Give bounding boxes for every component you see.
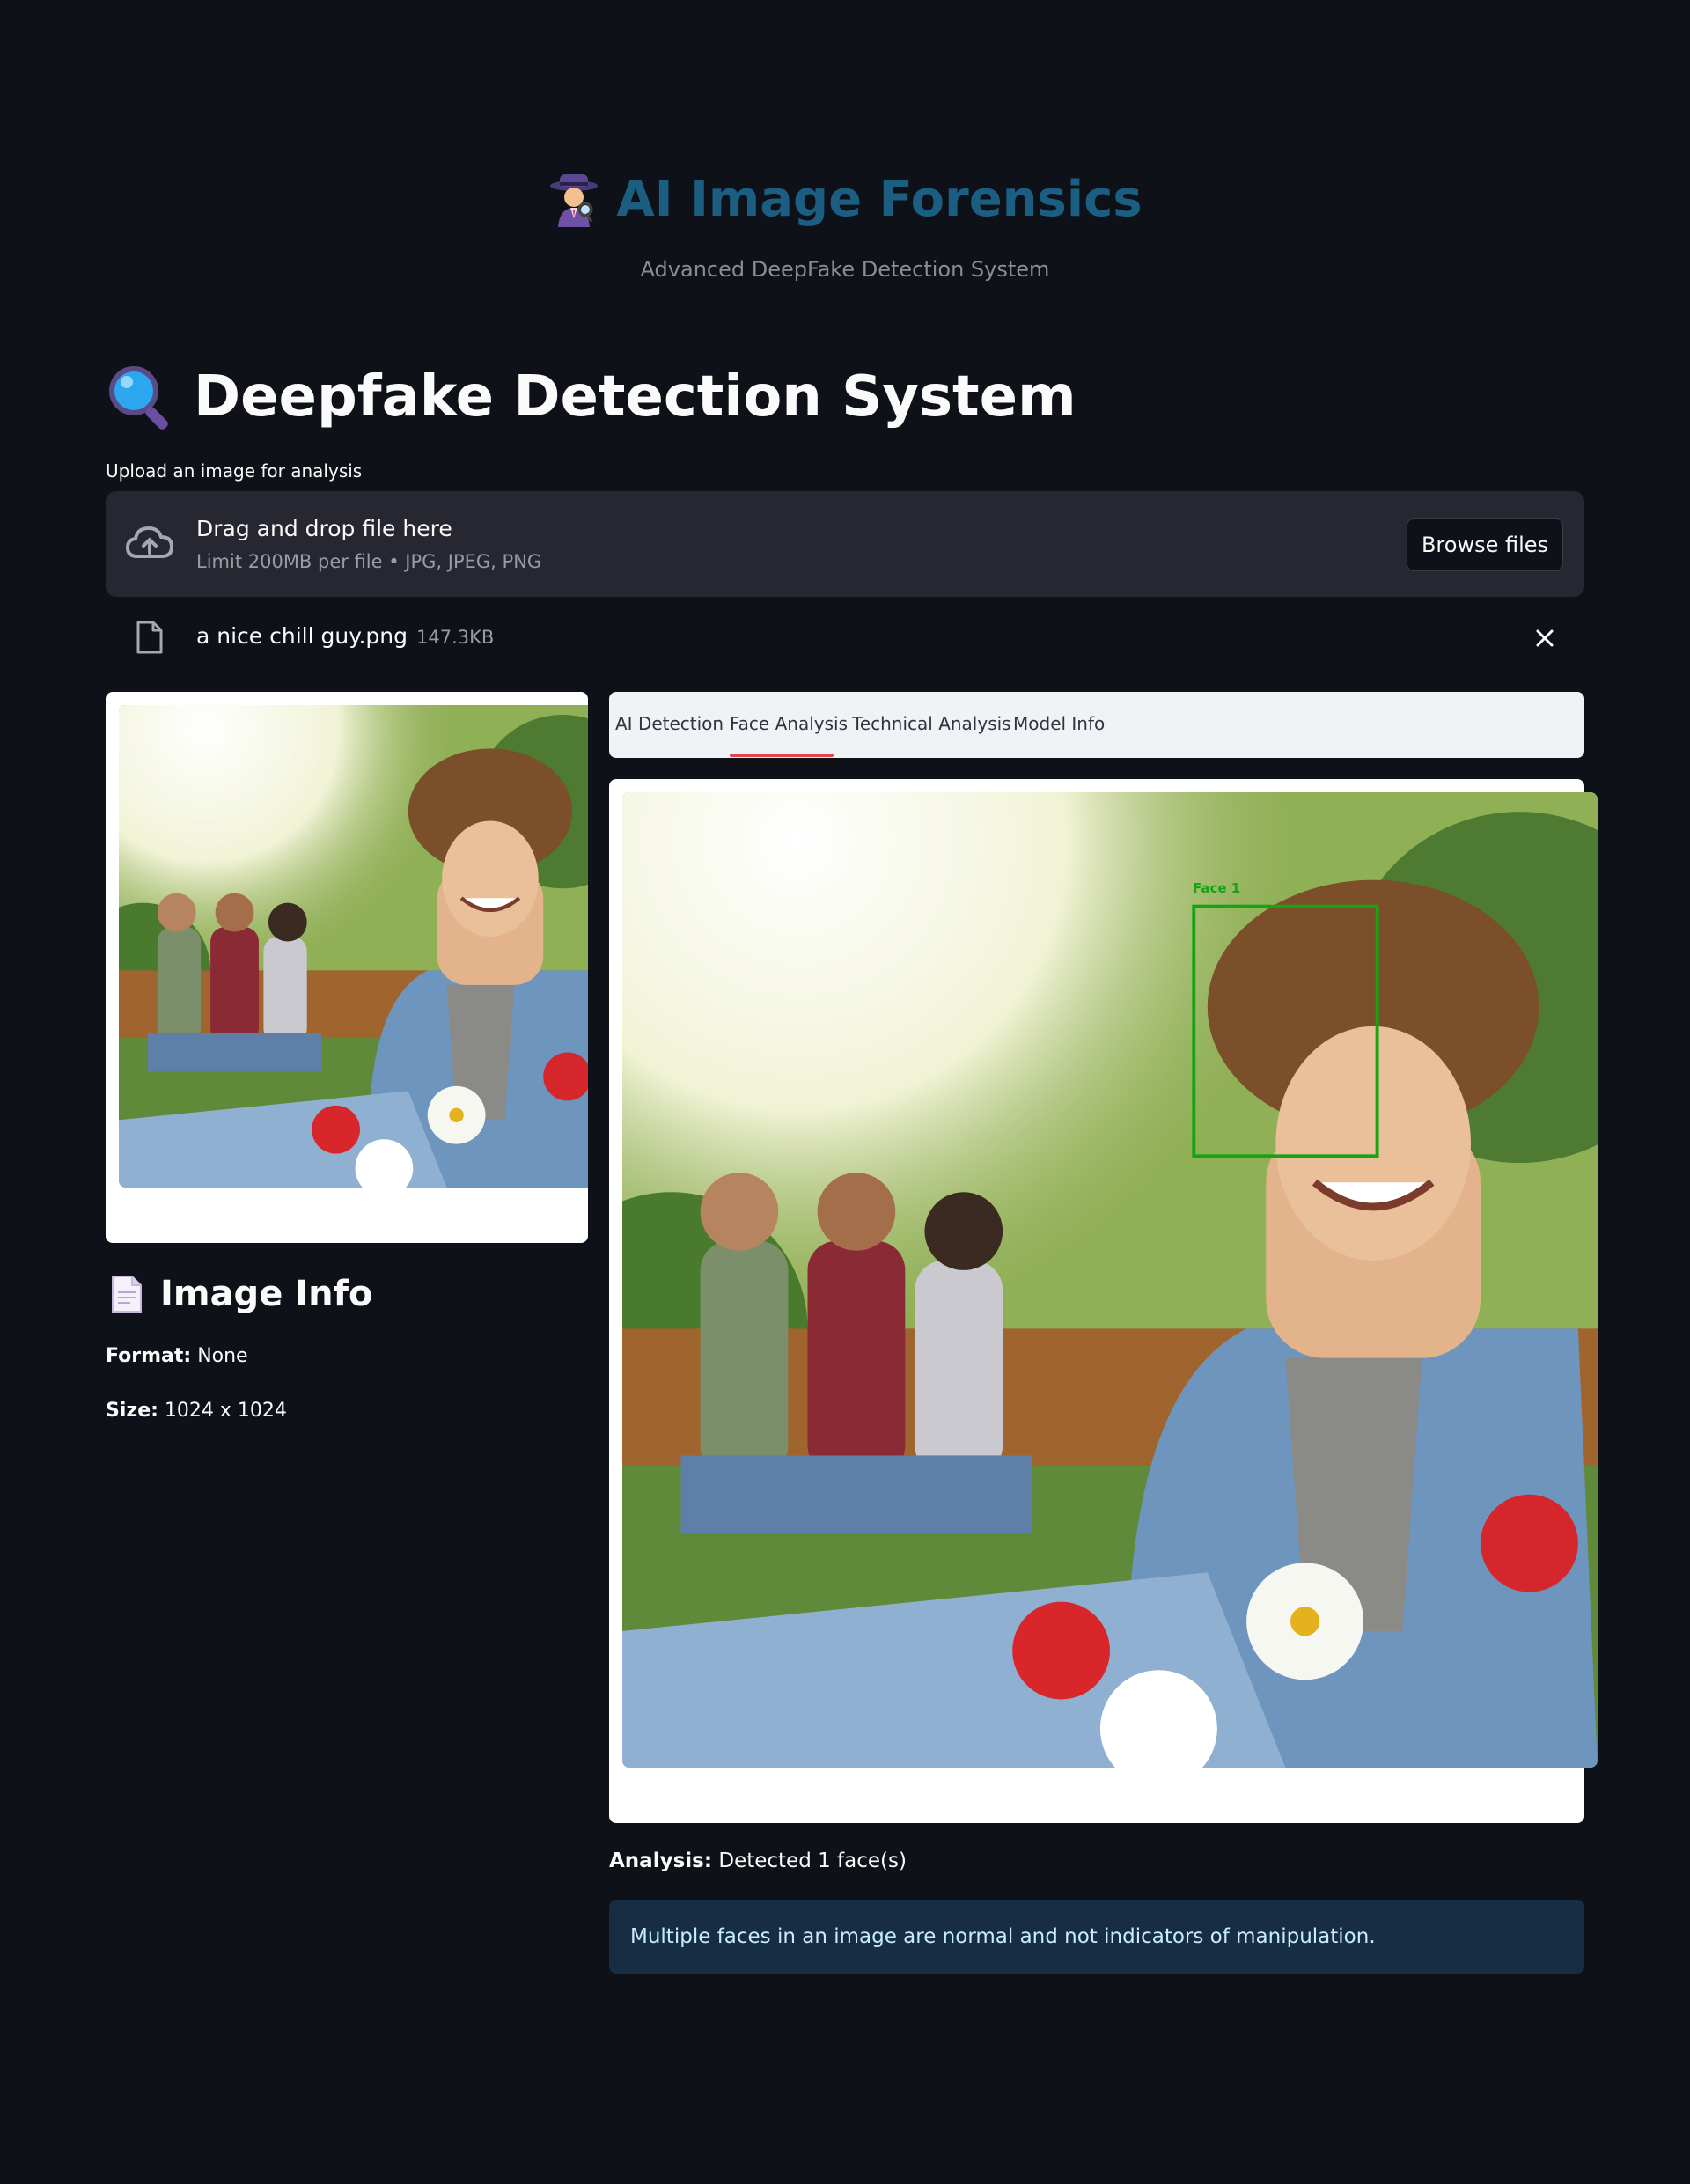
tab-face-analysis[interactable]: Face Analysis bbox=[730, 713, 848, 734]
magnifier-icon bbox=[106, 363, 174, 431]
image-format-label: Format: bbox=[106, 1345, 192, 1367]
detective-icon bbox=[547, 173, 600, 227]
active-tab-indicator bbox=[730, 754, 834, 757]
image-info-title-text: Image Info bbox=[160, 1274, 373, 1314]
face-label: Face 1 bbox=[1193, 880, 1241, 896]
image-size-label: Size: bbox=[106, 1400, 158, 1422]
file-size: 147.3KB bbox=[415, 627, 495, 648]
analysis-label: Analysis: bbox=[609, 1849, 713, 1872]
tab-model-info[interactable]: Model Info bbox=[1013, 713, 1105, 734]
tab-ai-detection[interactable]: AI Detection bbox=[615, 713, 724, 734]
image-format-value: None bbox=[197, 1345, 248, 1367]
app-title: AI Image Forensics bbox=[547, 171, 1143, 228]
close-icon[interactable] bbox=[1532, 625, 1558, 651]
image-info-title: Image Info bbox=[109, 1275, 372, 1313]
face-detection-graphic bbox=[622, 792, 1598, 1768]
analysis-value: Detected 1 face(s) bbox=[718, 1849, 907, 1872]
uploaded-image bbox=[119, 705, 588, 1188]
file-dropzone[interactable]: Drag and drop file here Limit 200MB per … bbox=[106, 491, 1584, 597]
info-alert: Multiple faces in an image are normal an… bbox=[609, 1900, 1584, 1974]
face-detection-image: Face 1 bbox=[622, 792, 1598, 1768]
file-icon bbox=[136, 620, 164, 655]
image-format-line: Format: None bbox=[106, 1345, 248, 1367]
uploaded-image-graphic bbox=[119, 705, 588, 1188]
tab-technical-analysis[interactable]: Technical Analysis bbox=[852, 713, 1011, 734]
app-header: AI Image Forensics Advanced DeepFake Det… bbox=[0, 173, 1690, 282]
analysis-tabs: AI Detection Face Analysis Technical Ana… bbox=[609, 692, 1584, 758]
analysis-result: Analysis: Detected 1 face(s) bbox=[609, 1849, 907, 1872]
document-icon bbox=[109, 1275, 144, 1313]
image-size-value: 1024 x 1024 bbox=[164, 1400, 287, 1422]
image-size-line: Size: 1024 x 1024 bbox=[106, 1400, 287, 1422]
dropzone-text: Drag and drop file here bbox=[196, 516, 452, 541]
cloud-upload-icon bbox=[125, 521, 174, 565]
app-title-text: AI Image Forensics bbox=[616, 171, 1143, 228]
uploaded-file-item: a nice chill guy.png 147.3KB bbox=[106, 616, 1584, 660]
page-title-text: Deepfake Detection System bbox=[194, 364, 1076, 430]
uploaded-image-card bbox=[106, 692, 588, 1243]
app-subtitle: Advanced DeepFake Detection System bbox=[640, 257, 1050, 282]
browse-files-button[interactable]: Browse files bbox=[1407, 518, 1563, 571]
page-title: Deepfake Detection System bbox=[106, 363, 1076, 431]
upload-label: Upload an image for analysis bbox=[106, 460, 363, 482]
file-name-text: a nice chill guy.png bbox=[196, 623, 408, 649]
dropzone-limit-text: Limit 200MB per file • JPG, JPEG, PNG bbox=[196, 551, 542, 572]
info-alert-text: Multiple faces in an image are normal an… bbox=[630, 1925, 1376, 1948]
app-root: AI Image Forensics Advanced DeepFake Det… bbox=[0, 0, 1690, 2184]
face-analysis-card: Face 1 bbox=[609, 779, 1598, 1823]
file-name: a nice chill guy.png 147.3KB bbox=[196, 623, 494, 649]
